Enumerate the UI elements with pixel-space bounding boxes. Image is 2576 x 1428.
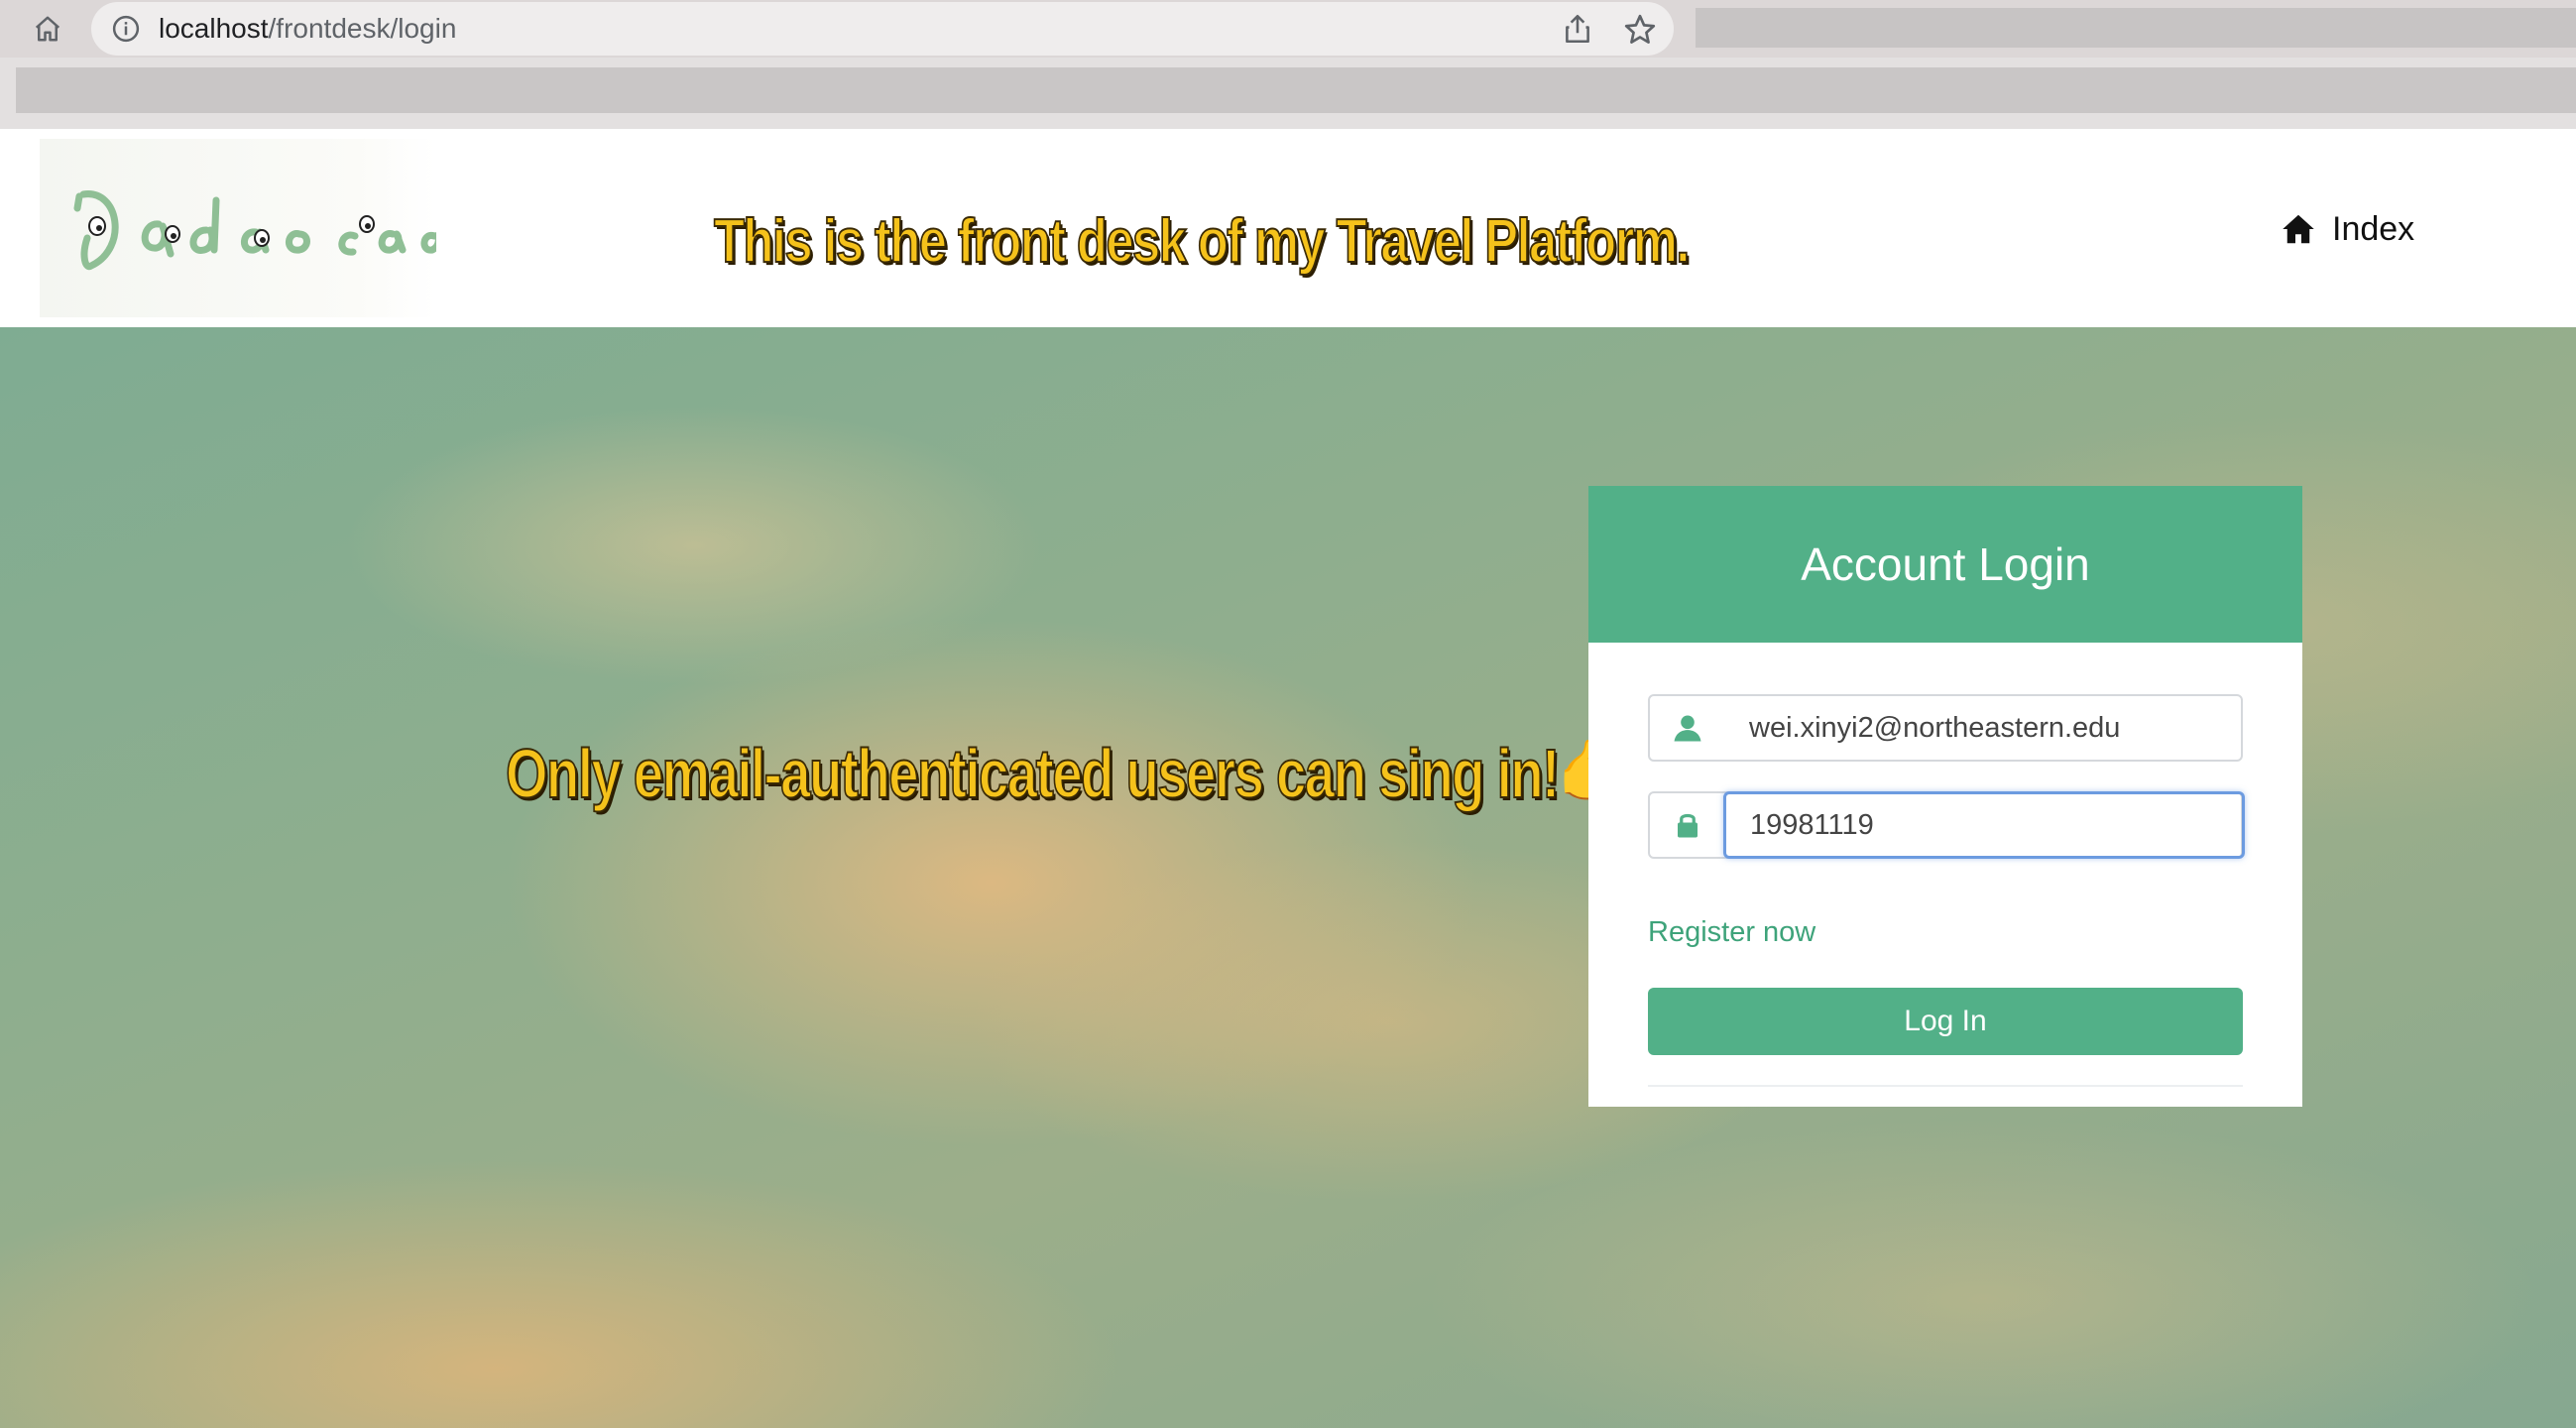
url-path: /frontdesk/login (268, 13, 457, 44)
email-addon (1650, 696, 1725, 760)
nav-index-label: Index (2332, 209, 2415, 248)
share-icon[interactable] (1561, 12, 1594, 46)
login-button[interactable]: Log In (1648, 988, 2243, 1055)
login-card: Account Login Register now Log In (1588, 486, 2302, 1107)
hero-caption: Only email-authenticated users can sing … (505, 734, 1625, 815)
bookmarks-redacted (16, 67, 2576, 113)
password-field[interactable] (1723, 791, 2245, 859)
register-link[interactable]: Register now (1648, 916, 1815, 949)
house-icon (2283, 214, 2314, 244)
extensions-area-redacted (1696, 8, 2576, 48)
star-icon[interactable] (1622, 12, 1658, 48)
password-input-group (1648, 791, 2245, 859)
site-logo[interactable] (40, 139, 436, 317)
address-bar[interactable]: localhost/frontdesk/login (91, 2, 1674, 56)
browser-toolbar: localhost/frontdesk/login (0, 0, 2576, 58)
url-text[interactable]: localhost/frontdesk/login (159, 12, 456, 46)
password-addon (1650, 793, 1725, 857)
home-icon (35, 16, 60, 42)
bookmarks-bar (0, 58, 2576, 129)
page-headline: This is the front desk of my Travel Plat… (713, 206, 1691, 277)
site-header: This is the front desk of my Travel Plat… (0, 129, 2576, 327)
browser-home-button[interactable] (28, 12, 67, 46)
card-divider (1648, 1085, 2243, 1087)
email-field[interactable] (1725, 696, 2241, 760)
info-icon[interactable] (111, 14, 141, 44)
login-title: Account Login (1801, 538, 2090, 590)
hero-caption-text: Only email-authenticated users can sing … (505, 734, 1561, 813)
login-card-header: Account Login (1588, 486, 2302, 643)
url-host: localhost (159, 13, 269, 44)
user-icon (1674, 715, 1701, 742)
nav-index-link[interactable]: Index (2281, 204, 2414, 254)
lock-icon (1678, 813, 1698, 838)
email-input-group (1648, 694, 2243, 762)
logo-handwriting (73, 190, 436, 271)
